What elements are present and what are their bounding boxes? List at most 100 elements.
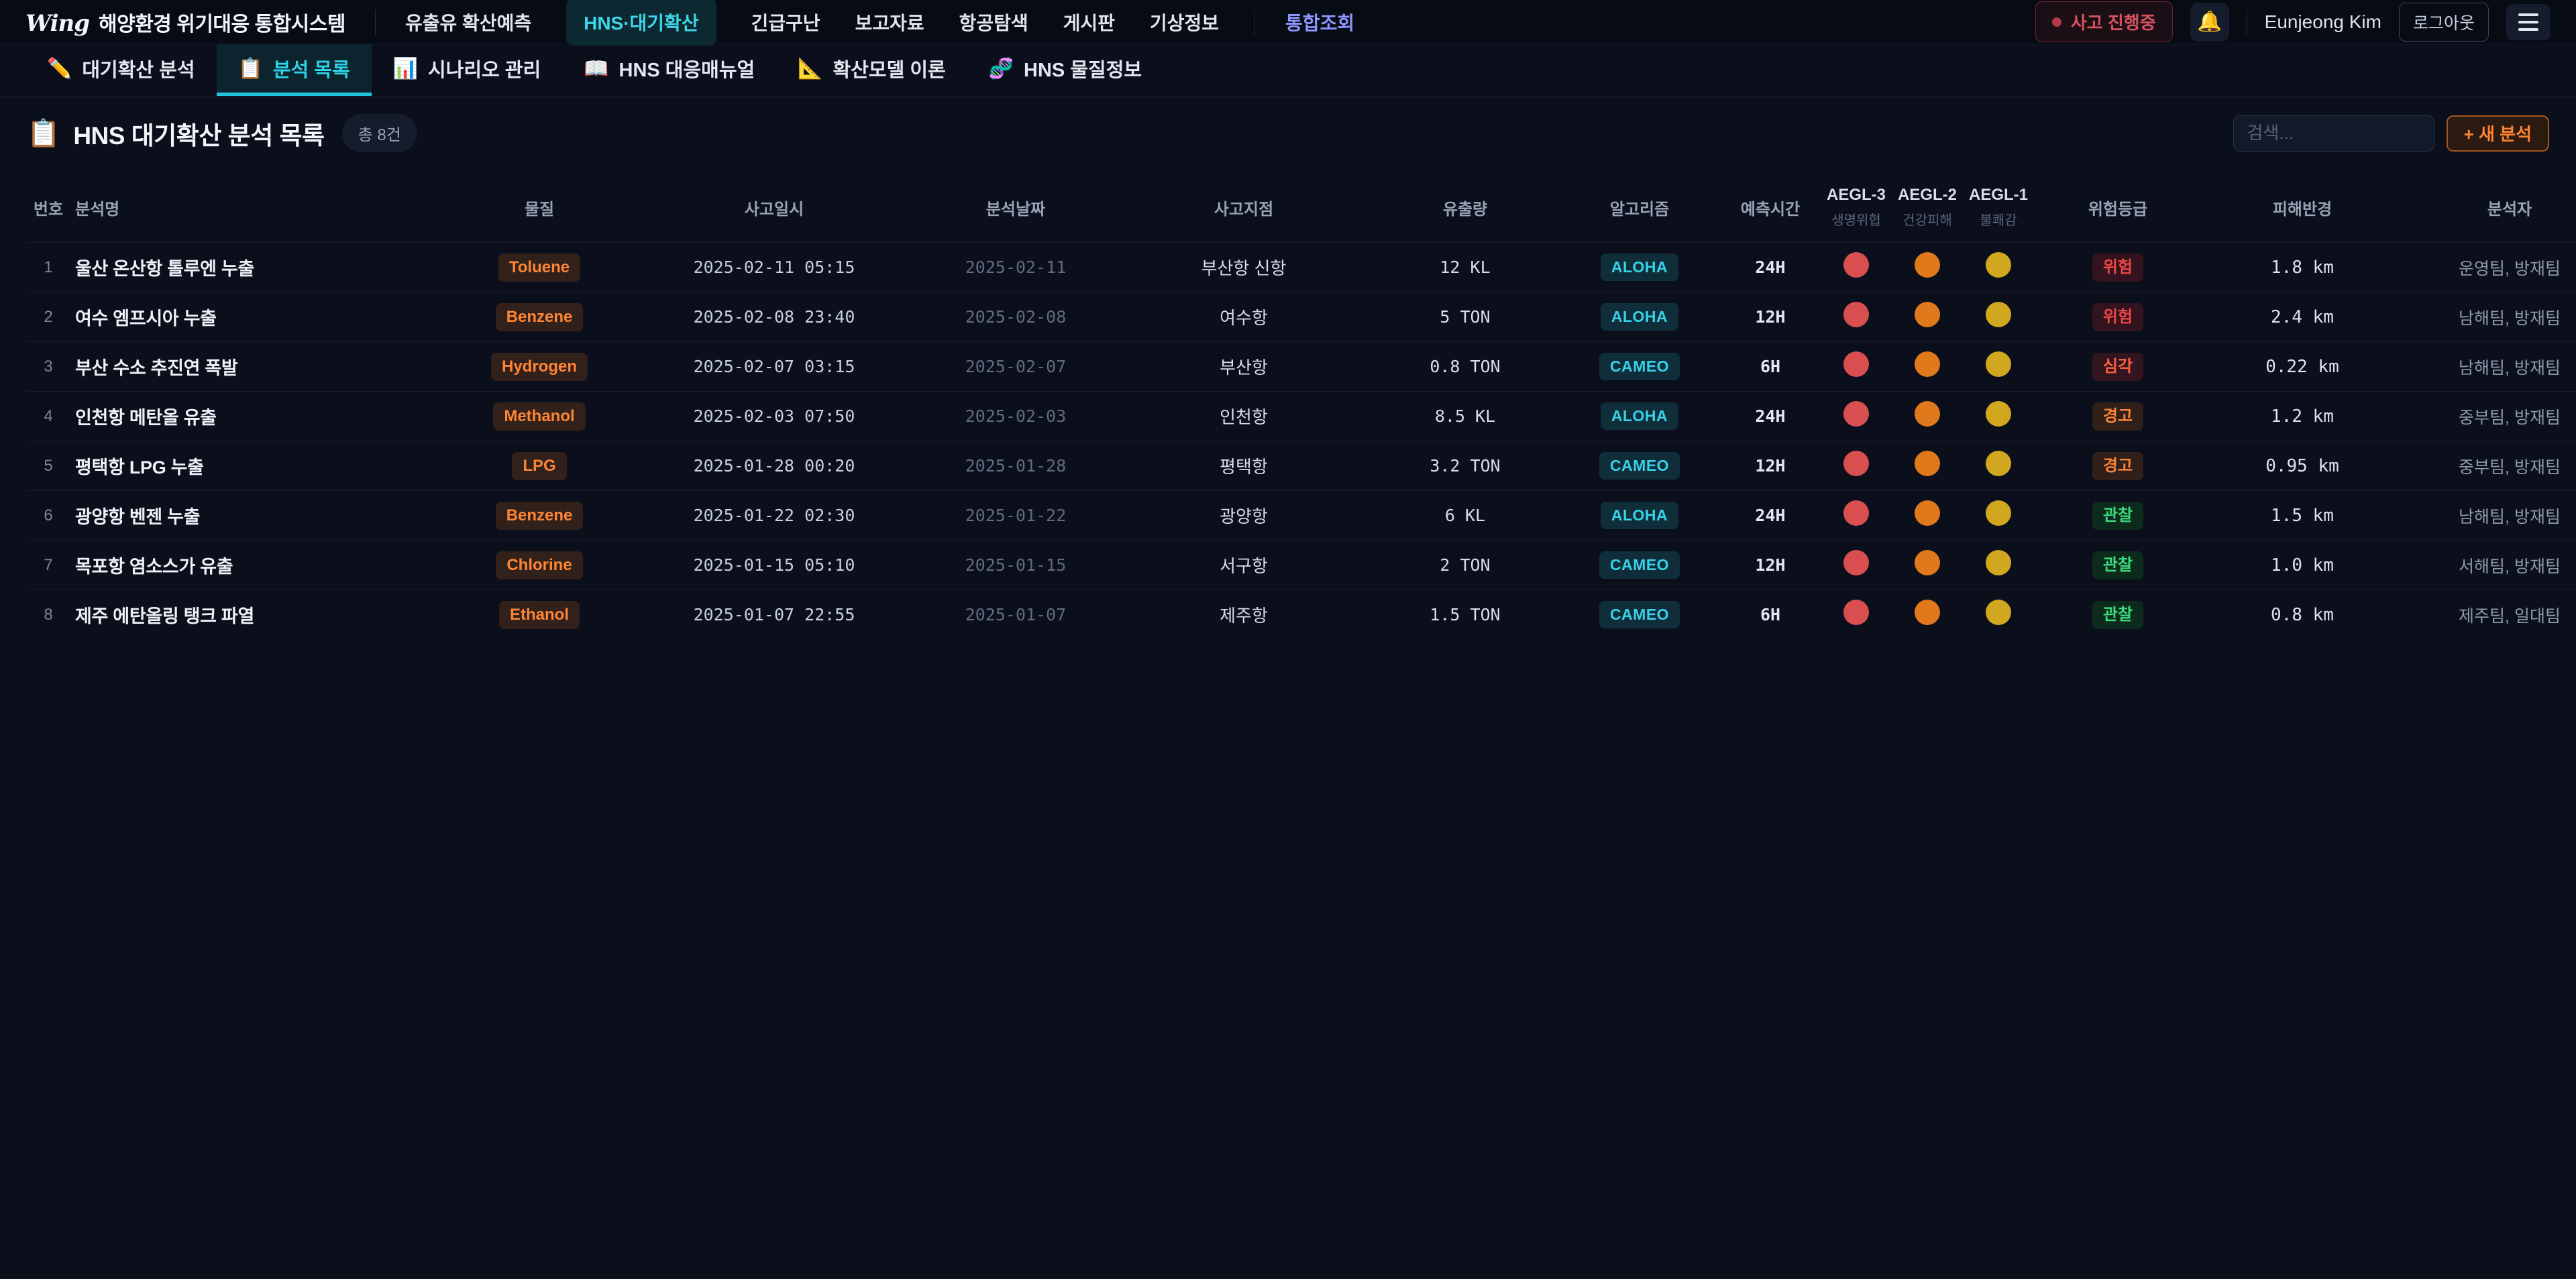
hamburger-menu-button[interactable] — [2506, 4, 2551, 40]
tab-scenario-management[interactable]: 📊 시나리오 관리 — [372, 44, 563, 96]
page-header: 📋 HNS 대기확산 분석 목록 총 8건 + 새 분석 — [27, 114, 2549, 152]
cell-aegl1 — [1963, 491, 2034, 541]
cell-incident-datetime: 2025-01-07 22:55 — [633, 590, 915, 640]
new-analysis-button[interactable]: + 새 분석 — [2447, 115, 2549, 152]
cell-radius: 1.2 km — [2202, 392, 2403, 441]
incident-status-label: 사고 진행중 — [2071, 9, 2156, 34]
cell-radius: 1.0 km — [2202, 541, 2403, 590]
nav-item-hns-dispersion[interactable]: HNS·대기확산 — [566, 0, 716, 46]
cell-predict-time: 6H — [1720, 342, 1821, 392]
nav-item-reports[interactable]: 보고자료 — [855, 9, 924, 36]
user-name: Eunjeong Kim — [2265, 11, 2381, 33]
incident-status-badge[interactable]: 사고 진행중 — [2035, 1, 2173, 42]
clipboard-icon: 📋 — [238, 57, 263, 80]
nav-item-oil-spill[interactable]: 유출유 확산예측 — [405, 9, 531, 36]
tab-analysis-list[interactable]: 📋 분석 목록 — [217, 44, 372, 96]
cell-substance: Benzene — [445, 491, 633, 541]
cell-no: 6 — [27, 491, 70, 541]
table-row[interactable]: 4 인천항 메탄올 유출 Methanol 2025-02-03 07:50 2… — [27, 392, 2576, 441]
notification-bell-button[interactable]: 🔔 — [2190, 3, 2229, 42]
cell-no: 1 — [27, 243, 70, 292]
search-input[interactable] — [2233, 115, 2434, 152]
cell-aegl1 — [1963, 590, 2034, 640]
cell-aegl2 — [1892, 441, 1963, 491]
system-title: 해양환경 위기대응 통합시스템 — [99, 7, 345, 37]
table-row[interactable]: 3 부산 수소 추진연 폭발 Hydrogen 2025-02-07 03:15… — [27, 342, 2576, 392]
cell-aegl2 — [1892, 491, 1963, 541]
substance-badge: LPG — [512, 452, 566, 480]
cell-analyst: 중부팀, 방재팀 — [2403, 441, 2576, 491]
risk-badge: 관찰 — [2092, 601, 2143, 629]
cell-location: 인천항 — [1116, 392, 1371, 441]
col-analyst: 분석자 — [2403, 175, 2576, 243]
tab-hns-substance-info[interactable]: 🧬 HNS 물질정보 — [967, 44, 1163, 96]
triangle-ruler-icon: 📐 — [798, 57, 822, 80]
table-row[interactable]: 2 여수 엠프시아 누출 Benzene 2025-02-08 23:40 20… — [27, 292, 2576, 342]
cell-aegl1 — [1963, 541, 2034, 590]
cell-location: 부산항 — [1116, 342, 1371, 392]
aegl1-level-icon — [1986, 302, 2011, 327]
cell-analysis-date: 2025-02-11 — [915, 243, 1116, 292]
cell-aegl1 — [1963, 342, 2034, 392]
nav-item-integrated-search[interactable]: 통합조회 — [1254, 9, 1354, 36]
aegl1-level-icon — [1986, 351, 2011, 377]
cell-algorithm: CAMEO — [1559, 441, 1720, 491]
cell-analysis-date: 2025-01-22 — [915, 491, 1116, 541]
nav-item-board[interactable]: 게시판 — [1063, 9, 1115, 36]
aegl2-level-icon — [1915, 451, 1940, 476]
algorithm-badge: CAMEO — [1599, 353, 1680, 380]
nav-item-aerial-search[interactable]: 항공탐색 — [959, 9, 1028, 36]
nav-item-weather[interactable]: 기상정보 — [1150, 9, 1219, 36]
status-dot-icon — [2052, 17, 2061, 27]
col-predict-time: 예측시간 — [1720, 175, 1821, 243]
cell-incident-datetime: 2025-01-28 00:20 — [633, 441, 915, 491]
cell-aegl3 — [1821, 243, 1892, 292]
cell-risk: 관찰 — [2034, 590, 2202, 640]
table-row[interactable]: 6 광양항 벤젠 누출 Benzene 2025-01-22 02:30 202… — [27, 491, 2576, 541]
aegl2-level-icon — [1915, 500, 1940, 526]
aegl3-level-icon — [1843, 401, 1869, 427]
tab-model-theory[interactable]: 📐 확산모델 이론 — [776, 44, 967, 96]
col-risk: 위험등급 — [2034, 175, 2202, 243]
table-row[interactable]: 1 울산 온산항 톨루엔 누출 Toluene 2025-02-11 05:15… — [27, 243, 2576, 292]
substance-badge: Benzene — [496, 502, 584, 530]
table-row[interactable]: 5 평택항 LPG 누출 LPG 2025-01-28 00:20 2025-0… — [27, 441, 2576, 491]
cell-algorithm: CAMEO — [1559, 541, 1720, 590]
cell-analysis-date: 2025-02-07 — [915, 342, 1116, 392]
cell-amount: 1.5 TON — [1371, 590, 1559, 640]
aegl2-level-icon — [1915, 252, 1940, 278]
col-aegl3: AEGL-3생명위협 — [1821, 175, 1892, 243]
cell-analysis-date: 2025-02-03 — [915, 392, 1116, 441]
cell-analysis-date: 2025-01-07 — [915, 590, 1116, 640]
hamburger-icon — [2518, 13, 2538, 16]
aegl2-level-icon — [1915, 600, 1940, 625]
tab-dispersion-analysis[interactable]: ✏️ 대기확산 분석 — [25, 44, 217, 96]
cell-amount: 3.2 TON — [1371, 441, 1559, 491]
aegl3-level-icon — [1843, 500, 1869, 526]
nav-item-emergency-rescue[interactable]: 긴급구난 — [751, 9, 820, 36]
cell-aegl2 — [1892, 590, 1963, 640]
cell-incident-datetime: 2025-02-03 07:50 — [633, 392, 915, 441]
algorithm-badge: CAMEO — [1599, 452, 1680, 480]
tab-hns-manual[interactable]: 📖 HNS 대응매뉴얼 — [562, 44, 776, 96]
cell-analysis-name: 부산 수소 추진연 폭발 — [70, 342, 445, 392]
cell-predict-time: 12H — [1720, 541, 1821, 590]
cell-aegl3 — [1821, 292, 1892, 342]
cell-radius: 1.5 km — [2202, 491, 2403, 541]
cell-amount: 5 TON — [1371, 292, 1559, 342]
cell-risk: 위험 — [2034, 243, 2202, 292]
logo-mark: Wing — [25, 10, 89, 37]
cell-aegl3 — [1821, 342, 1892, 392]
cell-aegl3 — [1821, 441, 1892, 491]
table-row[interactable]: 7 목포항 염소스가 유출 Chlorine 2025-01-15 05:10 … — [27, 541, 2576, 590]
cell-predict-time: 24H — [1720, 392, 1821, 441]
cell-algorithm: ALOHA — [1559, 491, 1720, 541]
cell-location: 평택항 — [1116, 441, 1371, 491]
substance-badge: Chlorine — [496, 551, 582, 579]
table-header: 번호 분석명 물질 사고일시 분석날짜 사고지점 유출량 알고리즘 예측시간 A… — [27, 175, 2576, 243]
cell-aegl1 — [1963, 441, 2034, 491]
substance-badge: Benzene — [496, 303, 584, 331]
cell-predict-time: 24H — [1720, 243, 1821, 292]
table-row[interactable]: 8 제주 에탄올링 탱크 파열 Ethanol 2025-01-07 22:55… — [27, 590, 2576, 640]
logout-button[interactable]: 로그아웃 — [2399, 3, 2489, 42]
